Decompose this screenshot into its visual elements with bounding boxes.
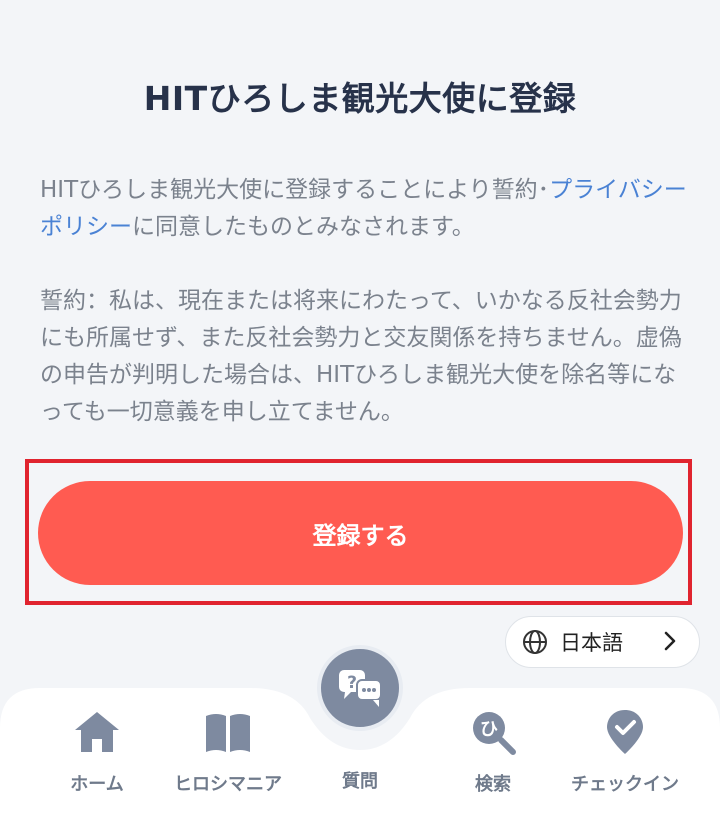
nav-item-checkin[interactable]: チェックイン (560, 708, 690, 813)
nav-item-hiroshimania[interactable]: ヒロシマニア (163, 708, 293, 813)
consent-prefix: HITひろしま観光大使に登録することにより誓約･ (40, 177, 550, 203)
language-selector[interactable]: 日本語 (505, 616, 700, 668)
nav-label-search: 検索 (475, 774, 511, 795)
nav-item-question[interactable]: ? (317, 645, 403, 731)
home-icon (75, 712, 119, 752)
oath-text: 誓約：私は、現在または将来にわたって、いかなる反社会勢力にも所属せず、また反社会… (40, 288, 682, 425)
svg-text:?: ? (347, 673, 357, 693)
page-title: HITひろしま観光大使に登録 (143, 79, 577, 118)
chevron-right-icon (664, 631, 676, 651)
nav-label-hiroshimania: ヒロシマニア (174, 774, 282, 795)
checkin-pin-icon (607, 710, 643, 754)
nav-item-search[interactable]: ひ 検索 (428, 708, 558, 813)
language-label: 日本語 (560, 631, 623, 655)
question-chat-icon: ? (339, 670, 382, 707)
consent-text: HITひろしま観光大使に登録することにより誓約･プライバシーポリシーに同意したも… (40, 172, 690, 246)
nav-label-home: ホーム (70, 774, 124, 795)
nav-label-question: 質問 (342, 771, 378, 792)
nav-item-home[interactable]: ホーム (32, 708, 162, 813)
book-icon (206, 714, 250, 752)
register-button[interactable]: 登録する (38, 481, 683, 585)
search-icon: ひ (473, 712, 516, 755)
svg-text:ひ: ひ (480, 719, 498, 740)
globe-icon (523, 630, 547, 654)
nav-label-checkin: チェックイン (571, 774, 679, 795)
consent-suffix: に同意したものとみなされます。 (132, 214, 475, 240)
